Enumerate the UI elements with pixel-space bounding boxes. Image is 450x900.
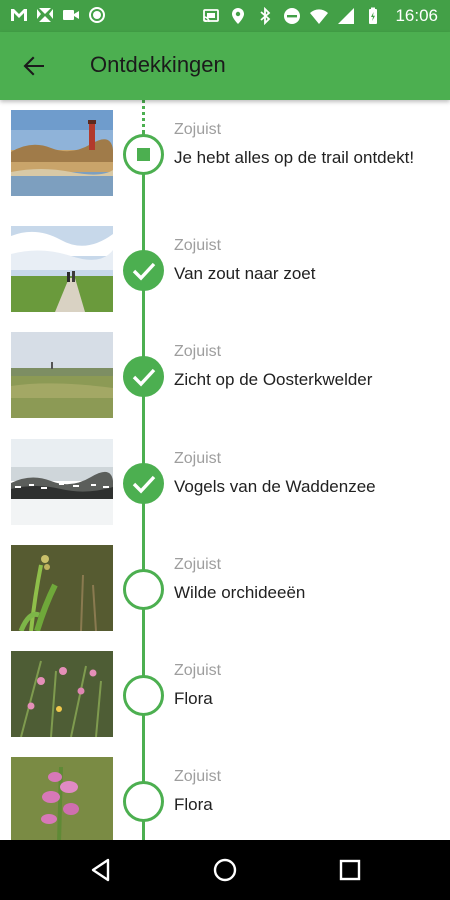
check-icon [123, 463, 164, 504]
item-time: Zojuist [174, 662, 222, 679]
item-time: Zojuist [174, 556, 222, 573]
recents-square-icon [335, 855, 365, 885]
gmail-icon [10, 6, 28, 24]
item-title: Van zout naar zoet [174, 264, 316, 283]
timeline-node-open [123, 675, 164, 716]
list-item[interactable]: Zojuist Wilde orchideeën [0, 535, 450, 641]
list-item[interactable]: Zojuist Zicht op de Oosterkwelder [0, 322, 450, 428]
thumbnail-snapdragon [11, 757, 113, 840]
timeline-node-checked [123, 463, 164, 504]
app-bar: Ontdekkingen [0, 32, 450, 100]
timeline-node-open [123, 781, 164, 822]
system-icons: 16:06 [202, 6, 438, 26]
notification-icons [10, 6, 106, 24]
thumbnail-lighthouse [11, 110, 113, 196]
thumbnail-marsh [11, 332, 113, 418]
list-item[interactable]: Zojuist Je hebt alles op de trail ontdek… [0, 100, 450, 206]
page-title: Ontdekkingen [90, 52, 226, 77]
list-item[interactable]: Zojuist Van zout naar zoet [0, 216, 450, 322]
item-time: Zojuist [174, 343, 222, 360]
item-time: Zojuist [174, 237, 222, 254]
check-icon [123, 356, 164, 397]
item-title: Wilde orchideeën [174, 583, 306, 602]
thumbnail-pink-flowers [11, 651, 113, 737]
timeline-node-open [123, 569, 164, 610]
bluetooth-icon [256, 7, 274, 25]
item-title: Zicht op de Oosterkwelder [174, 370, 373, 389]
wifi-icon [310, 7, 329, 25]
discoveries-list[interactable]: Zojuist Je hebt alles op de trail ontdek… [0, 100, 450, 840]
item-time: Zojuist [174, 768, 222, 785]
nav-home-button[interactable] [210, 855, 240, 885]
check-icon [123, 250, 164, 291]
navigation-bar [0, 840, 450, 900]
timeline-node-current [123, 134, 164, 175]
item-title: Flora [174, 689, 213, 708]
thumbnail-orchid [11, 545, 113, 631]
list-item[interactable]: Zojuist Flora [0, 747, 450, 840]
item-title: Vogels van de Waddenzee [174, 477, 376, 496]
thumbnail-birds [11, 439, 113, 525]
clock: 16:06 [395, 6, 438, 25]
item-time: Zojuist [174, 450, 222, 467]
signal-icon [337, 7, 355, 25]
circle-icon [88, 6, 106, 24]
photos-icon [36, 6, 54, 24]
do-not-disturb-icon [283, 7, 301, 25]
stop-square-icon [137, 148, 150, 161]
item-time: Zojuist [174, 121, 222, 138]
list-item[interactable]: Zojuist Flora [0, 641, 450, 747]
list-item[interactable]: Zojuist Vogels van de Waddenzee [0, 429, 450, 535]
item-title: Je hebt alles op de trail ontdekt! [174, 148, 415, 167]
location-icon [229, 7, 247, 25]
nav-recents-button[interactable] [335, 855, 365, 885]
status-bar: 16:06 [0, 0, 450, 32]
cast-icon [202, 7, 220, 25]
video-icon [62, 6, 80, 24]
item-title: Flora [174, 795, 213, 814]
timeline-node-checked [123, 250, 164, 291]
home-circle-icon [210, 855, 240, 885]
battery-icon [364, 7, 382, 25]
arrow-back-icon [18, 50, 50, 82]
back-triangle-icon [86, 855, 116, 885]
timeline-node-checked [123, 356, 164, 397]
thumbnail-path [11, 226, 113, 312]
nav-back-button[interactable] [86, 855, 116, 885]
back-button[interactable] [18, 50, 50, 82]
